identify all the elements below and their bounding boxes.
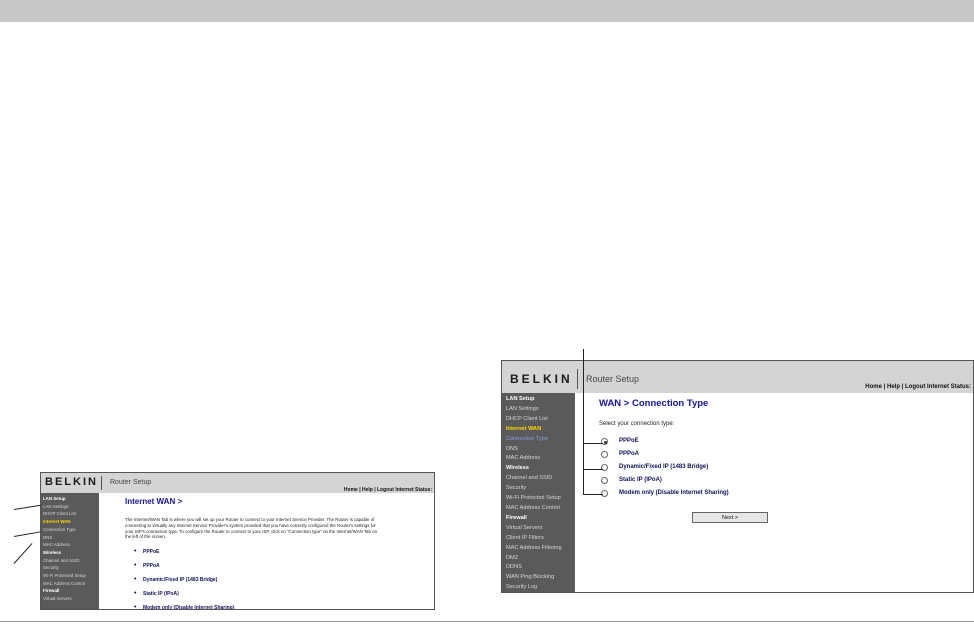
option-link-dynamic-fixed-ip-1483-bridge[interactable]: Dynamic/Fixed IP (1483 Bridge): [143, 577, 217, 583]
sidebar-item-dmz[interactable]: DMZ: [506, 554, 575, 564]
sidebar-item-dns[interactable]: DNS: [506, 445, 575, 455]
callout-tick-3: [583, 494, 603, 495]
option-label-dynamic-fixed-ip-1483-bridge[interactable]: Dynamic/Fixed IP (1483 Bridge): [619, 464, 708, 470]
bullet-icon: •: [134, 604, 137, 609]
logo-divider: [101, 476, 102, 490]
option-label-pppoa[interactable]: PPPoA: [619, 451, 639, 457]
connection-type-screenshot: BELKIN Router Setup Home | Help | Logout…: [501, 360, 974, 593]
sidebar-item-wireless: Wireless: [43, 549, 62, 555]
option-label-modem-only-disable-internet-sharing[interactable]: Modem only (Disable Internet Sharing): [619, 490, 729, 496]
sidebar-item-lan-setup: LAN Setup: [506, 396, 535, 402]
page-title: WAN > Connection Type: [599, 398, 709, 409]
sidebar-item-channel-and-ssid[interactable]: Channel and SSID: [43, 557, 99, 565]
callout-line-3: [13, 543, 33, 564]
sidebar-item-lan-settings[interactable]: LAN Settings: [506, 405, 575, 415]
sidebar-nav: LAN Setup LAN Settings DHCP Client List Int…: [502, 393, 575, 592]
belkin-logo: BELKIN: [45, 476, 98, 488]
bullet-icon: •: [134, 576, 137, 583]
router-setup-title: Router Setup: [586, 374, 640, 384]
sidebar-item-virtual-servers[interactable]: Virtual Servers: [506, 524, 575, 534]
sidebar-item-client-ip-filters[interactable]: Client IP Filters: [506, 534, 575, 544]
sidebar-item-wan-ping-blocking[interactable]: WAN Ping Blocking: [506, 573, 575, 583]
sidebar-item-security[interactable]: Security: [506, 484, 575, 494]
internet-wan-screenshot: BELKIN Router Setup Home | Help | Logout…: [40, 472, 435, 610]
router-header: BELKIN Router Setup Home | Help | Logout…: [41, 473, 434, 493]
option-link-static-ip-ipoa[interactable]: Static IP (IPoA): [143, 591, 179, 597]
sidebar-item-firewall: Firewall: [506, 514, 527, 521]
page-header-bar: [0, 0, 974, 22]
sidebar-item-mac-address-filtering[interactable]: MAC Address Filtering: [506, 544, 575, 554]
main-content: WAN > Connection Type Select your connec…: [575, 393, 973, 592]
option-link-pppoe[interactable]: PPPoE: [143, 549, 159, 555]
sidebar-nav: LAN Setup LAN Settings DHCP Client List Int…: [41, 493, 99, 609]
sidebar-item-security[interactable]: Security: [43, 564, 99, 572]
page-footer-rule: [0, 621, 974, 622]
router-header: BELKIN Router Setup Home | Help | Logout…: [502, 361, 973, 393]
sidebar-item-dns[interactable]: DNS: [43, 534, 99, 542]
callout-vertical: [583, 349, 584, 495]
sidebar-item-virtual-servers[interactable]: Virtual Servers: [43, 595, 99, 603]
bullet-icon: •: [134, 548, 137, 555]
belkin-logo: BELKIN: [510, 372, 573, 386]
header-links[interactable]: Home | Help | Logout Internet Status:: [865, 384, 971, 390]
callout-tick-1: [583, 443, 603, 444]
sidebar-item-wireless: Wireless: [506, 465, 529, 472]
bullet-icon: •: [134, 590, 137, 597]
sidebar-item-dhcp-client-list[interactable]: DHCP Client List: [506, 415, 575, 425]
next-button[interactable]: Next >: [692, 512, 768, 523]
logo-divider: [577, 369, 578, 389]
option-link-pppoa[interactable]: PPPoA: [143, 563, 160, 569]
radio-pppoa[interactable]: [601, 451, 608, 458]
option-label-static-ip-ipoa[interactable]: Static IP (IPoA): [619, 477, 662, 483]
sidebar-item-ddns[interactable]: DDNS: [506, 563, 575, 573]
page-title: Internet WAN >: [125, 497, 183, 506]
sidebar-item-connection-type[interactable]: Connection Type: [43, 526, 99, 534]
sidebar-item-firewall: Firewall: [43, 588, 60, 594]
option-label-pppoe[interactable]: PPPoE: [619, 438, 639, 444]
sidebar-item-wi-fi-protected-setup[interactable]: Wi-Fi Protected Setup: [43, 572, 99, 580]
sidebar-item-lan-setup: LAN Setup: [43, 496, 66, 501]
sidebar-item-dhcp-client-list[interactable]: DHCP Client List: [43, 510, 99, 518]
main-content: Internet WAN > The Internet/WAN Tab is w…: [99, 493, 434, 609]
select-prompt: Select your connection type:: [599, 421, 675, 427]
sidebar-item-internet-wan[interactable]: Internet WAN: [506, 425, 575, 435]
sidebar-item-internet-wan[interactable]: Internet WAN: [43, 518, 99, 526]
sidebar-item-channel-and-ssid[interactable]: Channel and SSID: [506, 474, 575, 484]
option-link-modem-only-disable-internet-sharing[interactable]: Modem only (Disable Internet Sharing): [143, 605, 234, 609]
sidebar-item-mac-address[interactable]: MAC Address: [43, 541, 99, 549]
sidebar-item-mac-address-control[interactable]: MAC Address Control: [43, 580, 99, 588]
sidebar-item-mac-address-control[interactable]: MAC Address Control: [506, 504, 575, 514]
sidebar-item-wi-fi-protected-setup[interactable]: Wi-Fi Protected Setup: [506, 494, 575, 504]
callout-line-1: [13, 504, 41, 510]
sidebar-item-connection-type[interactable]: Connection Type: [506, 435, 575, 445]
sidebar-item-security-log[interactable]: Security Log: [506, 583, 575, 592]
callout-tick-2: [583, 469, 603, 470]
sidebar-item-mac-address[interactable]: MAC Address: [506, 454, 575, 464]
callout-line-2: [13, 531, 41, 537]
bullet-icon: •: [134, 562, 137, 569]
router-setup-title: Router Setup: [110, 479, 152, 486]
radio-static-ip-ipoa[interactable]: [601, 477, 608, 484]
sidebar-item-lan-settings[interactable]: LAN Settings: [43, 503, 99, 511]
description-text: The Internet/WAN Tab is where you will s…: [125, 517, 378, 540]
